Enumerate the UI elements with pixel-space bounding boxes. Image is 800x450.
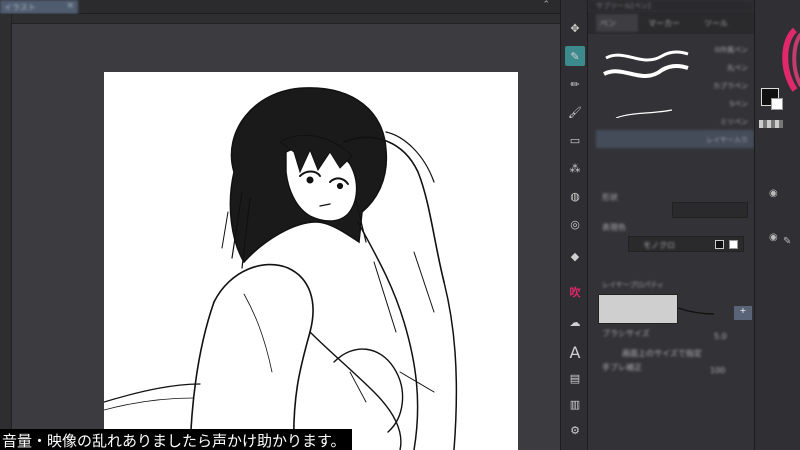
white-swatch[interactable] xyxy=(729,240,738,249)
eraser-tool-icon[interactable]: ▭ xyxy=(565,130,585,150)
balloon-tool-icon[interactable]: 吹 xyxy=(565,282,585,302)
correction-tool-icon[interactable]: ⚙ xyxy=(565,420,585,440)
brush-size-value[interactable]: 5.0 xyxy=(714,332,727,341)
sub-tool-panel: サブツール[ペン] ペン マーカー ツール G作風ペン 丸ペン カブラペン Sペ… xyxy=(588,0,754,450)
preset-name: レイヤープロパティ xyxy=(602,281,664,289)
drawing-canvas[interactable] xyxy=(104,72,518,450)
transparent-color-swatch[interactable] xyxy=(759,120,783,128)
pencil-tool-icon[interactable]: ✏ xyxy=(565,74,585,94)
document-tab-title: イラスト xyxy=(4,3,36,12)
color-mode-select[interactable]: モノクロ xyxy=(628,236,744,252)
tool-palette: ✥ ✎ ✏ 🖌 ▭ ⁂ ◍ ◎ ◆ 吹 ☁ A ▤ ▥ ⚙ xyxy=(560,0,588,450)
document-tab-bar: イラスト × ⌃ xyxy=(0,0,560,14)
ink-illustration xyxy=(104,87,458,450)
color-mode-value: モノクロ xyxy=(643,241,675,250)
blend-tool-icon[interactable]: ◍ xyxy=(565,186,585,206)
pen-tool-icon[interactable]: ✎ xyxy=(565,46,585,66)
tab-pen-label: ペン xyxy=(600,19,616,28)
stream-subtitle: 音量・映像の乱れありましたら声かけ助かります。 xyxy=(0,429,352,450)
balloon-tool-glyph: 吹 xyxy=(569,286,581,299)
tab-marker-label: マーカー xyxy=(648,19,680,28)
color-label: 表現色 xyxy=(602,223,626,232)
fit-size-checkbox-label[interactable]: 画面上のサイズで指定 xyxy=(622,348,702,359)
brush-item-label: カブラペン xyxy=(713,82,748,90)
tab-pen[interactable]: ペン xyxy=(596,14,638,32)
text-tool-glyph: A xyxy=(569,342,581,362)
text-tool-icon[interactable]: A xyxy=(565,342,585,362)
brush-item-label: レイヤー入り xyxy=(706,136,748,144)
app-window: イラスト × ⌃ 音量・映像の乱れありましたら声かけ助かります。 ✥ ✎ ✏ 🖌… xyxy=(0,0,800,450)
brush-list: G作風ペン 丸ペン カブラペン Sペン ミリペン レイヤー入り xyxy=(596,36,754,154)
shape-label: 形状 xyxy=(602,193,618,202)
brush-tool-icon[interactable]: 🖌 xyxy=(565,102,585,122)
eye-icon[interactable]: ◉ xyxy=(769,188,778,199)
stamp-tool-icon[interactable]: ☁ xyxy=(565,312,585,332)
tab-marker[interactable]: マーカー xyxy=(644,14,694,32)
lasso-tool-icon[interactable]: ◎ xyxy=(565,214,585,234)
brush-size-label: ブラシサイズ xyxy=(602,329,650,338)
brush-item-label: Sペン xyxy=(729,100,748,108)
tab-tools[interactable]: ツール xyxy=(700,14,750,32)
airbrush-tool-icon[interactable]: ⁂ xyxy=(565,158,585,178)
horizontal-ruler xyxy=(12,14,560,24)
stabilization-label: 手ブレ補正 xyxy=(602,363,642,372)
eye-icon[interactable]: ◉ xyxy=(769,232,778,243)
fill-tool-icon[interactable]: ◆ xyxy=(565,246,585,266)
brush-item-selected[interactable]: レイヤー入り xyxy=(596,130,754,148)
shape-field[interactable] xyxy=(672,202,748,218)
add-preset-button[interactable]: + xyxy=(734,306,752,320)
pen-icon[interactable]: ✎ xyxy=(783,236,791,247)
sub-tool-tabs: ペン マーカー ツール xyxy=(588,12,754,34)
ruler-tool-icon[interactable]: ▤ xyxy=(565,368,585,388)
stroke-preview-icon xyxy=(677,307,715,315)
frame-tool-icon[interactable]: ▥ xyxy=(565,394,585,414)
close-icon[interactable]: × xyxy=(66,1,74,11)
collapse-icon[interactable]: ⌃ xyxy=(542,0,550,10)
sub-color-swatch[interactable] xyxy=(771,98,783,110)
brush-stroke-preview xyxy=(603,50,689,118)
document-tab[interactable]: イラスト × xyxy=(0,0,78,14)
black-swatch[interactable] xyxy=(715,240,724,249)
panel-title: サブツール[ペン] xyxy=(588,0,754,12)
brush-item-label: 丸ペン xyxy=(727,64,748,72)
brush-item-label: ミリペン xyxy=(720,118,748,126)
stabilization-value[interactable]: 100 xyxy=(710,366,725,375)
vertical-ruler xyxy=(0,14,12,450)
canvas-area: 音量・映像の乱れありましたら声かけ助かります。 xyxy=(0,14,560,450)
tab-tools-label: ツール xyxy=(704,19,728,28)
brush-preview-box xyxy=(598,294,678,324)
color-panel-strip: ◉ ◉ ✎ xyxy=(754,0,800,450)
brush-item-label: G作風ペン xyxy=(714,46,748,54)
move-tool-icon[interactable]: ✥ xyxy=(565,18,585,38)
